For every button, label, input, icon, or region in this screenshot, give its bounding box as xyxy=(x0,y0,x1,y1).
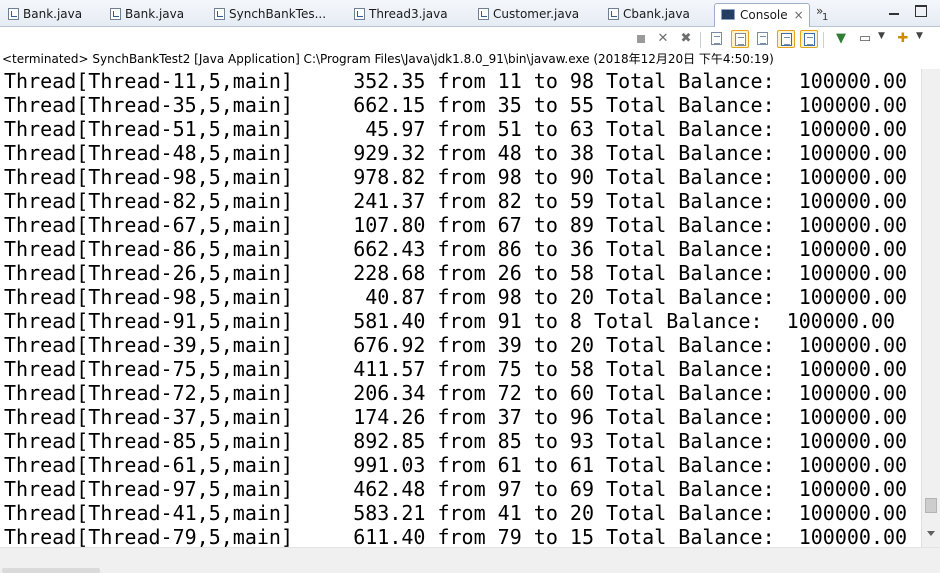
tab-console[interactable]: Console × xyxy=(714,3,810,28)
java-file-icon xyxy=(608,8,619,20)
console-line: Thread[Thread-67,5,main] 107.80 from 67 … xyxy=(4,213,908,237)
tab-label: Console xyxy=(740,8,788,22)
console-line: Thread[Thread-51,5,main] 45.97 from 51 t… xyxy=(4,117,908,141)
scrollbar-thumb[interactable] xyxy=(2,568,100,573)
tab-synchbanktest[interactable]: SynchBankTes... xyxy=(214,3,334,27)
java-file-icon xyxy=(8,8,19,20)
toolbar-separator xyxy=(700,32,701,48)
console-line: Thread[Thread-75,5,main] 411.57 from 75 … xyxy=(4,357,908,381)
console-line: Thread[Thread-37,5,main] 174.26 from 37 … xyxy=(4,405,908,429)
console-line: Thread[Thread-39,5,main] 676.92 from 39 … xyxy=(4,333,908,357)
console-line: Thread[Thread-61,5,main] 991.03 from 61 … xyxy=(4,453,908,477)
java-file-icon xyxy=(354,8,365,20)
tab-thread3-java[interactable]: Thread3.java xyxy=(354,3,459,27)
console-line: Thread[Thread-72,5,main] 206.34 from 72 … xyxy=(4,381,908,405)
horizontal-scrollbar[interactable] xyxy=(0,547,940,573)
tab-label: Bank.java xyxy=(23,7,83,21)
console-line: Thread[Thread-48,5,main] 929.32 from 48 … xyxy=(4,141,908,165)
console-line: Thread[Thread-82,5,main] 241.37 from 82 … xyxy=(4,189,908,213)
console-line: Thread[Thread-35,5,main] 662.15 from 35 … xyxy=(4,93,908,117)
tab-label: Customer.java xyxy=(493,7,580,21)
java-file-icon xyxy=(110,8,121,20)
terminate-icon[interactable] xyxy=(632,30,650,48)
tab-label: Thread3.java xyxy=(369,7,448,21)
editor-tab-bar: Bank.java Bank.java SynchBankTes... Thre… xyxy=(0,0,940,28)
tab-cbank-java[interactable]: Cbank.java xyxy=(608,3,708,27)
scrollbar-thumb[interactable] xyxy=(925,498,937,513)
tab-bank-java-1[interactable]: Bank.java xyxy=(8,3,98,27)
remove-launch-icon[interactable]: ✕ xyxy=(654,30,672,48)
console-toolbar: ✕ ✖ ▼ ▭ ▼ ✚ ▼ xyxy=(0,27,940,51)
console-line: Thread[Thread-86,5,main] 662.43 from 86 … xyxy=(4,237,908,261)
chevron-down-icon[interactable]: ▼ xyxy=(916,31,923,41)
console-line: Thread[Thread-41,5,main] 583.21 from 41 … xyxy=(4,501,908,525)
java-file-icon xyxy=(478,8,489,20)
console-line: Thread[Thread-79,5,main] 611.40 from 79 … xyxy=(4,525,908,547)
chevron-down-icon[interactable]: ▼ xyxy=(878,31,885,41)
console-line: Thread[Thread-98,5,main] 40.87 from 98 t… xyxy=(4,285,908,309)
tab-customer-java[interactable]: Customer.java xyxy=(478,3,588,27)
maximize-icon[interactable] xyxy=(915,5,927,17)
pin-console-icon[interactable]: ▼ xyxy=(832,30,850,48)
tab-label: Bank.java xyxy=(125,7,185,21)
java-file-icon xyxy=(214,8,225,20)
console-line: Thread[Thread-26,5,main] 228.68 from 26 … xyxy=(4,261,908,285)
console-line: Thread[Thread-98,5,main] 978.82 from 98 … xyxy=(4,165,908,189)
minimize-icon[interactable] xyxy=(888,5,900,17)
word-wrap-icon[interactable] xyxy=(754,30,772,48)
launch-status: <terminated> SynchBankTest2 [Java Applic… xyxy=(2,52,774,66)
console-line: Thread[Thread-97,5,main] 462.48 from 97 … xyxy=(4,477,908,501)
console-icon xyxy=(721,9,735,20)
console-output[interactable]: Thread[Thread-11,5,main] 352.35 from 11 … xyxy=(0,69,921,547)
tab-label: Cbank.java xyxy=(623,7,690,21)
open-console-icon[interactable]: ✚ xyxy=(894,30,912,48)
vertical-scrollbar[interactable] xyxy=(921,69,940,547)
tab-bank-java-2[interactable]: Bank.java xyxy=(110,3,200,27)
show-on-stderr-icon[interactable] xyxy=(800,30,818,48)
remove-all-terminated-icon[interactable]: ✖ xyxy=(677,30,695,48)
display-selected-console-icon[interactable]: ▭ xyxy=(856,30,874,48)
close-icon[interactable]: × xyxy=(794,8,804,22)
scroll-lock-icon[interactable] xyxy=(731,30,749,48)
console-line: Thread[Thread-11,5,main] 352.35 from 11 … xyxy=(4,69,908,93)
tab-overflow-count: 1 xyxy=(822,12,829,23)
console-line: Thread[Thread-91,5,main] 581.40 from 91 … xyxy=(4,309,896,333)
console-line: Thread[Thread-85,5,main] 892.85 from 85 … xyxy=(4,429,908,453)
toolbar-separator xyxy=(823,32,824,48)
scroll-down-arrow-icon[interactable] xyxy=(927,531,935,536)
tab-label: SynchBankTes... xyxy=(229,7,327,21)
clear-console-icon[interactable] xyxy=(708,30,726,48)
show-on-stdout-icon[interactable] xyxy=(777,30,795,48)
